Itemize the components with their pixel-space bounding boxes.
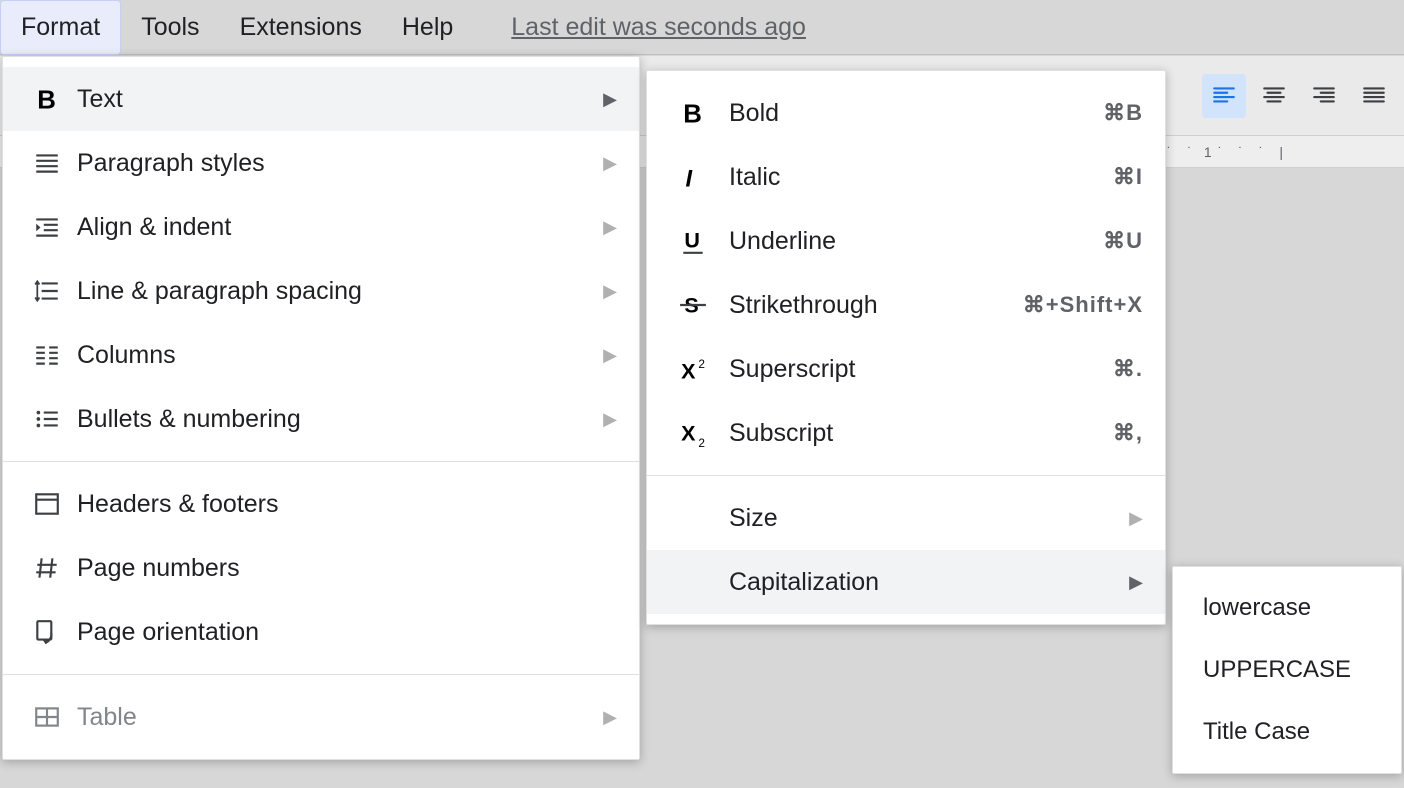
format-item-text[interactable]: Text ▶	[3, 67, 639, 131]
columns-icon	[25, 341, 69, 369]
align-justify-icon	[1361, 83, 1387, 109]
chevron-right-icon: ▶	[603, 707, 617, 728]
text-item-strikethrough[interactable]: Strikethrough ⌘+Shift+X	[647, 273, 1165, 337]
menu-extensions[interactable]: Extensions	[220, 1, 382, 54]
orientation-icon	[25, 618, 69, 646]
last-edit-status[interactable]: Last edit was seconds ago	[511, 13, 806, 42]
italic-icon	[671, 163, 715, 191]
shortcut-label: ⌘B	[1103, 100, 1143, 126]
align-center-icon	[1261, 83, 1287, 109]
ruler-mark: 1	[1204, 144, 1212, 160]
menu-separator	[3, 461, 639, 462]
menu-help[interactable]: Help	[382, 1, 473, 54]
list-icon	[25, 405, 69, 433]
shortcut-label: ⌘.	[1113, 356, 1143, 382]
text-item-superscript[interactable]: Superscript ⌘.	[647, 337, 1165, 401]
hash-icon	[25, 554, 69, 582]
chevron-right-icon: ▶	[1129, 508, 1143, 529]
text-submenu: Bold ⌘B Italic ⌘I Underline ⌘U Strikethr…	[646, 70, 1166, 625]
indent-icon	[25, 213, 69, 241]
align-group	[1202, 74, 1396, 118]
align-justify-button[interactable]	[1352, 74, 1396, 118]
bold-icon	[25, 85, 69, 113]
align-left-icon	[1211, 83, 1237, 109]
format-item-table[interactable]: Table ▶	[3, 685, 639, 749]
menu-separator	[3, 674, 639, 675]
cap-item-uppercase[interactable]: UPPERCASE	[1173, 639, 1401, 701]
text-item-subscript[interactable]: Subscript ⌘,	[647, 401, 1165, 465]
chevron-right-icon: ▶	[603, 281, 617, 302]
text-item-size[interactable]: Size ▶	[647, 486, 1165, 550]
text-item-capitalization[interactable]: Capitalization ▶	[647, 550, 1165, 614]
shortcut-label: ⌘,	[1113, 420, 1143, 446]
format-dropdown: Text ▶ Paragraph styles ▶ Align & indent…	[2, 56, 640, 760]
chevron-right-icon: ▶	[1129, 572, 1143, 593]
cap-item-lowercase[interactable]: lowercase	[1173, 577, 1401, 639]
format-item-align-indent[interactable]: Align & indent ▶	[3, 195, 639, 259]
menubar: Format Tools Extensions Help Last edit w…	[0, 0, 1404, 55]
align-right-button[interactable]	[1302, 74, 1346, 118]
text-item-italic[interactable]: Italic ⌘I	[647, 145, 1165, 209]
shortcut-label: ⌘U	[1103, 228, 1143, 254]
subscript-icon	[671, 419, 715, 447]
format-item-headers-footers[interactable]: Headers & footers	[3, 472, 639, 536]
table-icon	[25, 703, 69, 731]
text-item-underline[interactable]: Underline ⌘U	[647, 209, 1165, 273]
align-center-button[interactable]	[1252, 74, 1296, 118]
strikethrough-icon	[671, 291, 715, 319]
format-item-columns[interactable]: Columns ▶	[3, 323, 639, 387]
chevron-right-icon: ▶	[603, 409, 617, 430]
align-left-button[interactable]	[1202, 74, 1246, 118]
align-right-icon	[1311, 83, 1337, 109]
cap-item-titlecase[interactable]: Title Case	[1173, 701, 1401, 763]
chevron-right-icon: ▶	[603, 217, 617, 238]
capitalization-submenu: lowercase UPPERCASE Title Case	[1172, 566, 1402, 774]
menu-format[interactable]: Format	[0, 0, 121, 55]
chevron-right-icon: ▶	[603, 153, 617, 174]
format-item-page-orientation[interactable]: Page orientation	[3, 600, 639, 664]
paragraph-icon	[25, 149, 69, 177]
format-item-line-spacing[interactable]: Line & paragraph spacing ▶	[3, 259, 639, 323]
format-item-paragraph-styles[interactable]: Paragraph styles ▶	[3, 131, 639, 195]
underline-icon	[671, 227, 715, 255]
chevron-right-icon: ▶	[603, 89, 617, 110]
menu-tools[interactable]: Tools	[121, 1, 219, 54]
header-footer-icon	[25, 490, 69, 518]
shortcut-label: ⌘I	[1113, 164, 1143, 190]
format-item-bullets-numbering[interactable]: Bullets & numbering ▶	[3, 387, 639, 451]
text-item-bold[interactable]: Bold ⌘B	[647, 81, 1165, 145]
superscript-icon	[671, 355, 715, 383]
line-spacing-icon	[25, 277, 69, 305]
bold-icon	[671, 99, 715, 127]
chevron-right-icon: ▶	[603, 345, 617, 366]
format-item-page-numbers[interactable]: Page numbers	[3, 536, 639, 600]
menu-separator	[647, 475, 1165, 476]
shortcut-label: ⌘+Shift+X	[1023, 292, 1143, 318]
